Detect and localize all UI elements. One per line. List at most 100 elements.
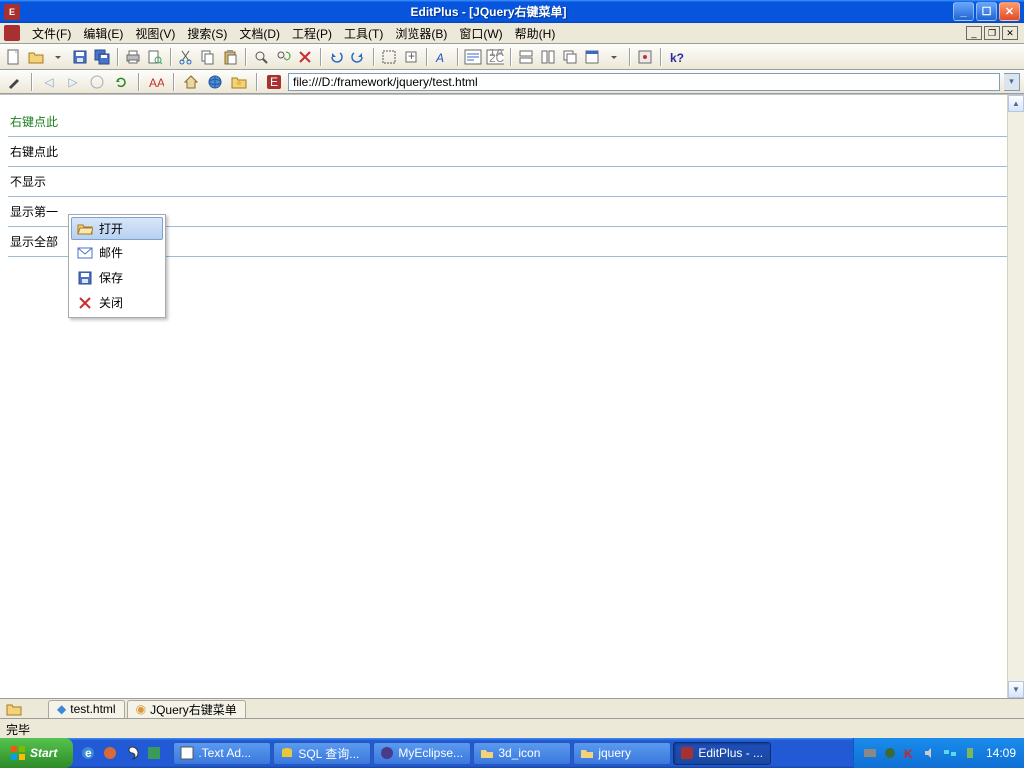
mdi-close-button[interactable]: ✕ [1002,26,1018,40]
toolbar-dropdown-icon[interactable] [604,47,624,67]
font-icon[interactable]: A [432,47,452,67]
menu-browser[interactable]: 浏览器(B) [389,23,453,44]
copy-append-icon[interactable]: + [401,47,421,67]
window-single-icon[interactable] [582,47,602,67]
refresh-icon[interactable] [111,72,131,92]
mdi-window-controls: _ ❐ ✕ [966,26,1018,40]
tray-icon-2[interactable] [882,745,898,761]
browser-dot-icon: ◉ [136,702,146,716]
scroll-down-icon[interactable]: ▼ [1008,681,1024,698]
vertical-scrollbar[interactable]: ▲ ▼ [1007,95,1024,698]
print-icon[interactable] [123,47,143,67]
task-editplus[interactable]: EditPlus - ... [673,742,771,765]
menu-search[interactable]: 搜索(S) [181,23,233,44]
menu-view[interactable]: 视图(V) [129,23,181,44]
tab-jquery-menu[interactable]: ◉ JQuery右键菜单 [127,700,246,718]
ctx-open[interactable]: 打开 [71,217,163,240]
menu-bar: 文件(F) 编辑(E) 视图(V) 搜索(S) 文档(D) 工程(P) 工具(T… [0,23,1024,44]
word-wrap-icon[interactable] [463,47,483,67]
save-icon[interactable] [70,47,90,67]
start-button[interactable]: Start [0,738,73,768]
menu-project[interactable]: 工程(P) [286,23,338,44]
window-buttons: _ ☐ ✕ [953,2,1020,21]
replace-icon[interactable] [273,47,293,67]
select-all-icon[interactable] [379,47,399,67]
tray-network-icon[interactable] [942,745,958,761]
favorites-icon[interactable] [229,72,249,92]
start-label: Start [30,746,57,760]
status-bar: 完毕 [0,718,1024,738]
menu-document[interactable]: 文档(D) [233,23,286,44]
paste-icon[interactable] [220,47,240,67]
app-icon-1[interactable] [101,744,119,762]
app-icon-2[interactable] [123,744,141,762]
menu-window[interactable]: 窗口(W) [453,23,508,44]
svg-text:A: A [157,76,164,89]
save-all-icon[interactable] [92,47,112,67]
menu-help[interactable]: 帮助(H) [509,23,562,44]
close-x-icon [77,295,93,311]
svg-text:K: K [904,747,913,760]
redo-icon[interactable] [348,47,368,67]
search-web-icon[interactable] [205,72,225,92]
tab-test-html[interactable]: ◆ test.html [48,700,125,718]
dropdown-icon[interactable] [48,47,68,67]
font-size-icon[interactable]: AA [146,72,166,92]
home-icon[interactable] [181,72,201,92]
folder-open-icon [77,221,93,237]
settings-icon[interactable] [635,47,655,67]
page-row-3[interactable]: 不显示 [8,167,1016,197]
print-preview-icon[interactable] [145,47,165,67]
ie-icon[interactable]: e [79,744,97,762]
menu-file[interactable]: 文件(F) [26,23,77,44]
ctx-close[interactable]: 关闭 [71,290,163,315]
edit-tool-icon[interactable] [4,72,24,92]
task-textad[interactable]: .Text Ad... [173,742,271,765]
window-cascade-icon[interactable] [560,47,580,67]
delete-icon[interactable] [295,47,315,67]
open-file-icon[interactable] [26,47,46,67]
menu-tools[interactable]: 工具(T) [338,23,389,44]
find-icon[interactable] [251,47,271,67]
editplus-icon[interactable]: E [264,72,284,92]
tab-chars-icon[interactable]: 1AB2CD [485,47,505,67]
app-icon-3[interactable] [145,744,163,762]
page-row-1[interactable]: 右键点此 [8,107,1016,137]
clock[interactable]: 14:09 [986,746,1016,760]
ctx-save[interactable]: 保存 [71,265,163,290]
back-icon[interactable]: ◁ [39,72,59,92]
undo-icon[interactable] [326,47,346,67]
forward-icon[interactable]: ▷ [63,72,83,92]
tray-usb-icon[interactable] [962,745,978,761]
stop-icon[interactable] [87,72,107,92]
window-tile-h-icon[interactable] [516,47,536,67]
mdi-minimize-button[interactable]: _ [966,26,982,40]
copy-icon[interactable] [198,47,218,67]
scroll-up-icon[interactable]: ▲ [1008,95,1024,112]
new-file-icon[interactable] [4,47,24,67]
ctx-mail[interactable]: 邮件 [71,240,163,265]
directory-icon[interactable] [4,699,24,719]
help-icon[interactable]: k? [666,47,686,67]
mdi-restore-button[interactable]: ❐ [984,26,1000,40]
menu-edit[interactable]: 编辑(E) [77,23,129,44]
cut-icon[interactable] [176,47,196,67]
task-3dicon[interactable]: 3d_icon [473,742,571,765]
address-input[interactable] [288,73,1000,91]
dot-icon: ◆ [57,702,66,716]
maximize-button[interactable]: ☐ [976,2,997,21]
tray-icon-1[interactable] [862,745,878,761]
minimize-button[interactable]: _ [953,2,974,21]
svg-text:e: e [85,746,92,760]
window-tile-v-icon[interactable] [538,47,558,67]
task-jquery[interactable]: jquery [573,742,671,765]
page-row-2[interactable]: 右键点此 [8,137,1016,167]
task-sql[interactable]: SQL 查询... [273,742,371,765]
scroll-track[interactable] [1008,112,1024,681]
tray-volume-icon[interactable] [922,745,938,761]
close-button[interactable]: ✕ [999,2,1020,21]
address-dropdown-icon[interactable]: ▾ [1004,73,1020,91]
windows-logo-icon [10,745,26,761]
tray-kaspersky-icon[interactable]: K [902,745,918,761]
task-myeclipse[interactable]: MyEclipse... [373,742,471,765]
